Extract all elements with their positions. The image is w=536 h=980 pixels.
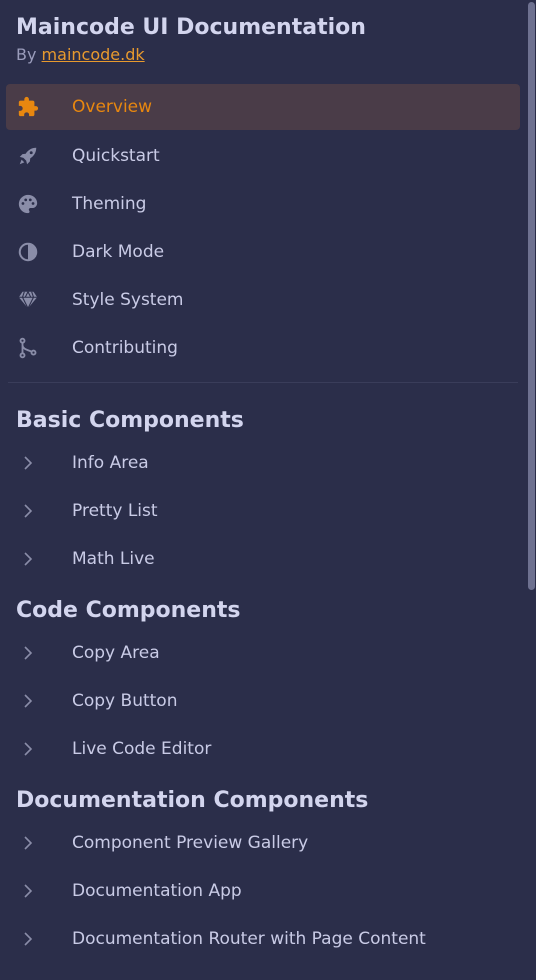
gem-icon — [16, 288, 40, 312]
section-title-documentation-components: Documentation Components — [16, 788, 369, 813]
nav-item-label: Live Code Editor — [72, 739, 212, 759]
nav-item-label: Overview — [72, 97, 153, 117]
section-title-basic-components: Basic Components — [16, 408, 244, 433]
scrollbar-thumb[interactable] — [528, 2, 535, 590]
chevron-right-icon — [16, 499, 40, 523]
nav-item-copy-area[interactable]: Copy Area — [6, 629, 520, 677]
nav-item-documentation-router[interactable]: Documentation Router with Page Content — [6, 915, 520, 963]
sidebar-header: Maincode UI Documentation By maincode.dk — [0, 0, 526, 70]
nav-item-label: Style System — [72, 290, 184, 310]
byline-prefix: By — [16, 45, 37, 64]
main-nav: Overview Quickstart Theming Dark Mode St… — [0, 84, 526, 372]
nav-item-documentation-app[interactable]: Documentation App — [6, 867, 520, 915]
section-title-code-components: Code Components — [16, 598, 241, 623]
nav-divider — [8, 382, 518, 383]
rocket-icon — [16, 144, 40, 168]
chevron-right-icon — [16, 737, 40, 761]
nav-item-label: Quickstart — [72, 146, 160, 166]
nav-item-contributing[interactable]: Contributing — [6, 324, 520, 372]
nav-item-pretty-list[interactable]: Pretty List — [6, 487, 520, 535]
nav-item-theming[interactable]: Theming — [6, 180, 520, 228]
chevron-right-icon — [16, 547, 40, 571]
contrast-icon — [16, 240, 40, 264]
nav-item-label: Copy Area — [72, 643, 160, 663]
sidebar: Maincode UI Documentation By maincode.dk… — [0, 0, 526, 980]
nav-item-label: Component Preview Gallery — [72, 833, 309, 853]
nav-item-label: Math Live — [72, 549, 155, 569]
nav-item-info-area[interactable]: Info Area — [6, 439, 520, 487]
app-title: Maincode UI Documentation — [16, 15, 366, 40]
nav-item-label: Pretty List — [72, 501, 158, 521]
byline: By maincode.dk — [16, 44, 510, 66]
nav-item-component-preview-gallery[interactable]: Component Preview Gallery — [6, 819, 520, 867]
author-link[interactable]: maincode.dk — [42, 45, 145, 64]
chevron-right-icon — [16, 927, 40, 951]
nav-item-live-code-editor[interactable]: Live Code Editor — [6, 725, 520, 773]
puzzle-icon — [16, 95, 40, 119]
nav-item-label: Info Area — [72, 453, 149, 473]
palette-icon — [16, 192, 40, 216]
git-branch-icon — [16, 336, 40, 360]
nav-item-dark-mode[interactable]: Dark Mode — [6, 228, 520, 276]
nav-item-quickstart[interactable]: Quickstart — [6, 132, 520, 180]
nav-item-math-live[interactable]: Math Live — [6, 535, 520, 583]
chevron-right-icon — [16, 879, 40, 903]
nav-item-label: Documentation Router with Page Content — [72, 929, 426, 949]
nav-item-label: Theming — [72, 194, 147, 214]
chevron-right-icon — [16, 451, 40, 475]
nav-item-style-system[interactable]: Style System — [6, 276, 520, 324]
chevron-right-icon — [16, 641, 40, 665]
nav-item-overview[interactable]: Overview — [6, 84, 520, 130]
chevron-right-icon — [16, 831, 40, 855]
nav-item-label: Documentation App — [72, 881, 242, 901]
nav-item-label: Dark Mode — [72, 242, 165, 262]
chevron-right-icon — [16, 689, 40, 713]
nav-item-label: Copy Button — [72, 691, 178, 711]
scrollbar[interactable] — [526, 0, 536, 980]
nav-item-copy-button[interactable]: Copy Button — [6, 677, 520, 725]
nav-item-label: Contributing — [72, 338, 178, 358]
